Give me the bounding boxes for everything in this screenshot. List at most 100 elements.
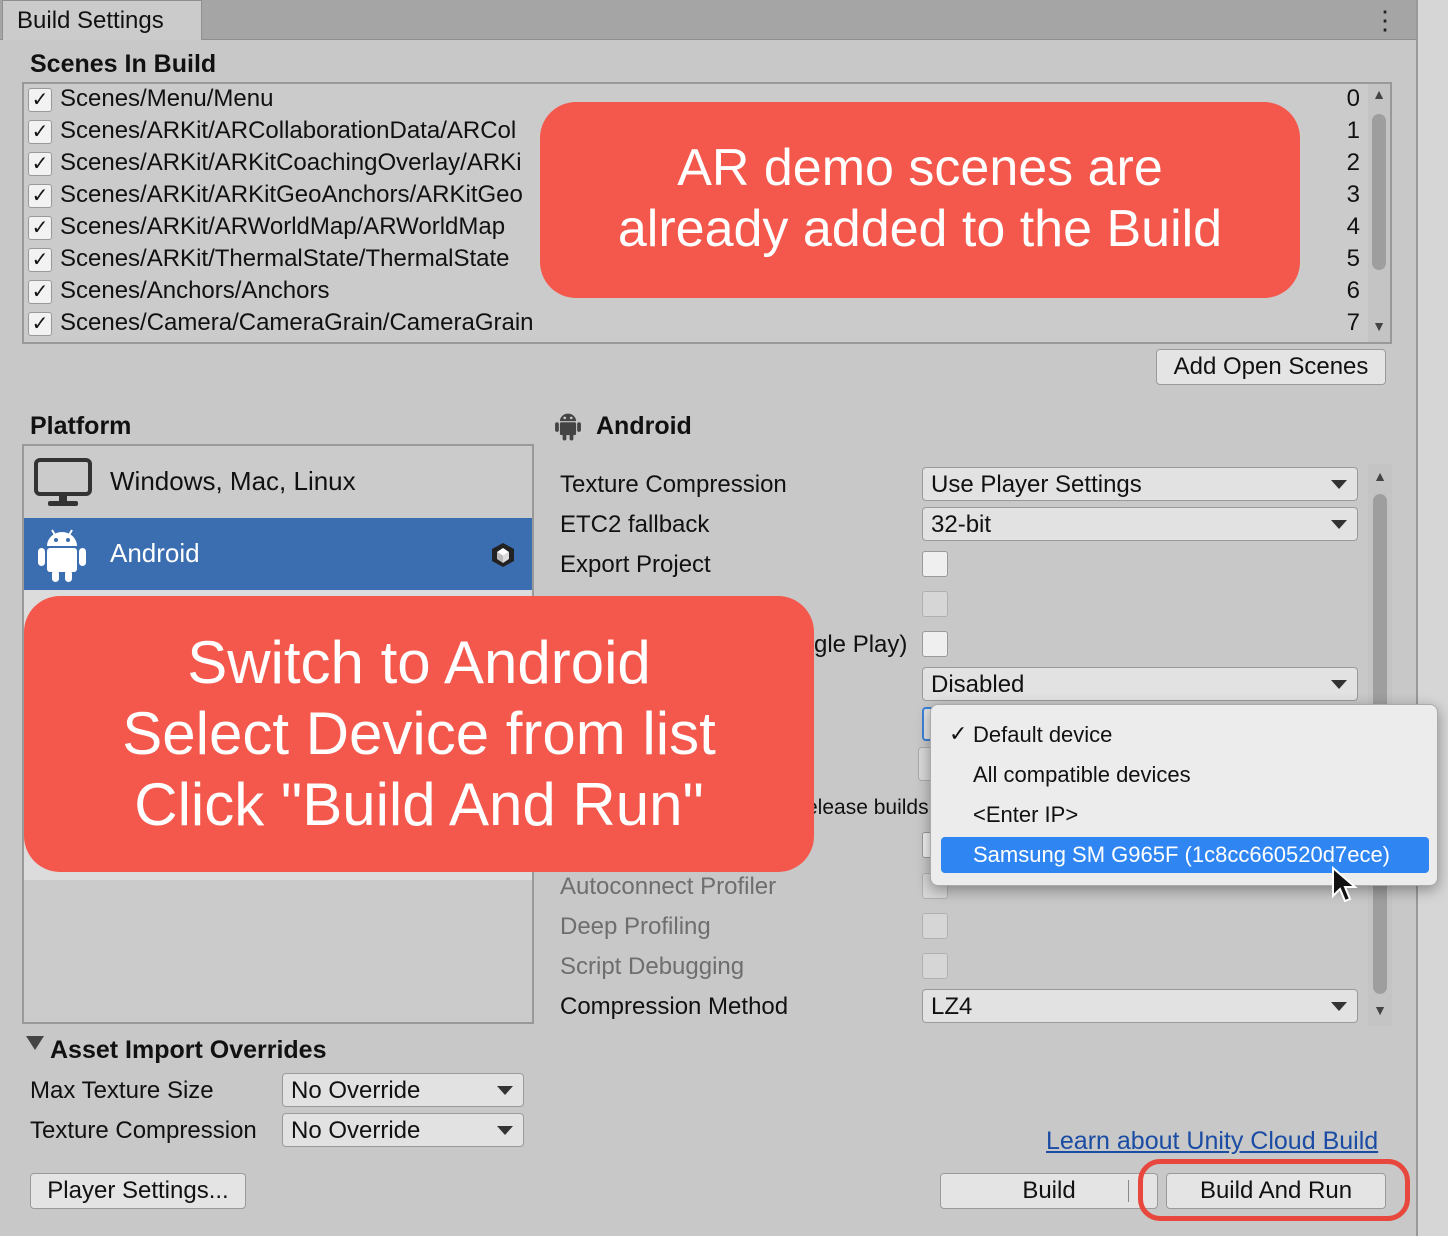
chevron-down-icon [1331,1002,1347,1011]
menu-item-all-compatible[interactable]: All compatible devices [941,757,1429,793]
google-play-label: gle Play) [814,631,908,658]
scene-name: Scenes/Anchors/Anchors [60,277,330,304]
etc2-fallback-label: ETC2 fallback [560,511,710,538]
callout-line: AR demo scenes are [677,139,1163,197]
asset-texture-compression-dropdown[interactable]: No Override [282,1113,524,1147]
asset-import-overrides-header[interactable]: Asset Import Overrides [50,1036,327,1065]
build-button[interactable]: Build [940,1173,1158,1209]
chevron-down-icon [497,1086,513,1095]
scene-name: Scenes/Camera/CameraGrain/CameraGrain [60,309,534,336]
google-play-checkbox[interactable] [922,631,948,657]
kebab-menu-icon[interactable]: ⋮ [1372,6,1398,34]
android-icon [38,529,86,582]
checkmark-icon[interactable]: ✓ [28,120,52,144]
tab-build-settings[interactable]: Build Settings [2,0,202,40]
build-and-run-highlight [1138,1159,1410,1221]
texture-compression-label: Texture Compression [560,471,787,498]
scene-index: 6 [1346,277,1360,304]
menu-item-enter-ip[interactable]: <Enter IP> [941,797,1429,833]
add-open-scenes-button[interactable]: Add Open Scenes [1156,349,1386,385]
checkmark-icon[interactable]: ✓ [28,312,52,336]
platform-header: Platform [30,412,132,440]
platform-label: Windows, Mac, Linux [110,466,356,496]
android-icon [555,413,581,441]
scene-row[interactable]: ✓ Scenes/Camera/CameraGrain/CameraGrain … [26,308,1366,340]
etc2-fallback-dropdown[interactable]: 32-bit [922,507,1358,541]
monitor-icon [34,458,92,506]
max-texture-size-label: Max Texture Size [30,1077,214,1104]
deep-profiling-label: Deep Profiling [560,913,711,940]
scenes-scrollbar[interactable]: ▲ ▼ [1368,84,1390,342]
title-bar [0,0,1416,40]
autoconnect-profiler-label: Autoconnect Profiler [560,873,777,900]
scroll-down-icon[interactable]: ▼ [1368,318,1390,334]
split-divider [1128,1180,1129,1202]
scenes-header: Scenes In Build [30,50,217,78]
dropdown-value: Disabled [931,671,1025,698]
checkmark-icon[interactable]: ✓ [28,248,52,272]
checkmark-icon[interactable]: ✓ [28,184,52,208]
asset-texture-compression-label: Texture Compression [30,1117,257,1144]
dropdown-value: 32-bit [931,511,992,538]
scene-name: Scenes/ARKit/ThermalState/ThermalState [60,245,510,272]
scene-index: 1 [1346,117,1360,144]
dropdown-value: Use Player Settings [931,471,1142,498]
max-texture-size-dropdown[interactable]: No Override [282,1073,524,1107]
scene-index: 3 [1346,181,1360,208]
checkmark-icon[interactable]: ✓ [28,88,52,112]
build-button-label: Build [1022,1177,1076,1204]
export-project-checkbox[interactable] [922,551,948,577]
dropdown-value: No Override [291,1117,421,1144]
scene-name: Scenes/ARKit/ARKitCoachingOverlay/ARKi [60,149,522,176]
scene-index: 2 [1346,149,1360,176]
chevron-down-icon [1331,680,1347,689]
scene-name: Scenes/ARKit/ARCollaborationData/ARCol [60,117,517,144]
checkmark-icon[interactable]: ✓ [28,152,52,176]
callout-line: already added to the Build [617,200,1223,259]
chevron-down-icon [497,1126,513,1135]
checkmark-icon[interactable]: ✓ [28,216,52,240]
compression-method-label: Compression Method [560,993,789,1020]
window-edge [1416,0,1448,1236]
release-builds-label: elease builds [806,796,929,819]
menu-item-label: All compatible devices [973,762,1191,787]
device-dropdown-menu: ✓ Default device All compatible devices … [930,704,1438,886]
menu-item-default-device[interactable]: ✓ Default device [941,717,1429,753]
cloud-build-link[interactable]: Learn about Unity Cloud Build [1046,1127,1378,1156]
mouse-cursor-icon [1332,866,1358,903]
scenes-callout: AR demo scenes are already added to the … [540,102,1300,298]
menu-item-label: Default device [973,722,1113,747]
platform-label: Android [110,538,200,568]
scroll-down-icon[interactable]: ▼ [1368,1002,1392,1018]
platform-item-windows-mac-linux[interactable]: Windows, Mac, Linux [24,446,532,518]
chevron-down-icon [1331,480,1347,489]
script-debugging-checkbox[interactable] [922,953,948,979]
checkmark-icon: ✓ [949,721,968,746]
scene-name: Scenes/ARKit/ARKitGeoAnchors/ARKitGeo [60,181,523,208]
scrollbar-thumb[interactable] [1372,114,1386,270]
callout-line: Select Device from list [122,699,716,767]
callout-line: Click "Build And Run" [134,770,704,838]
scroll-up-icon[interactable]: ▲ [1368,468,1392,484]
checkmark-icon[interactable]: ✓ [28,280,52,304]
dropdown-value: LZ4 [931,993,973,1020]
player-settings-button[interactable]: Player Settings... [30,1173,246,1209]
foldout-arrow-icon[interactable] [26,1036,44,1050]
script-debugging-label: Script Debugging [560,953,745,980]
deep-profiling-checkbox[interactable] [922,913,948,939]
scroll-up-icon[interactable]: ▲ [1368,86,1390,102]
steps-callout: Switch to Android Select Device from lis… [24,596,814,872]
scene-name: Scenes/Menu/Menu [60,85,274,112]
scene-name: Scenes/ARKit/ARWorldMap/ARWorldMap [60,213,506,240]
chevron-down-icon [1331,520,1347,529]
scene-index: 4 [1346,213,1360,240]
setting-checkbox[interactable] [922,591,948,617]
callout-line: Switch to Android [187,629,651,696]
build-setting-dropdown[interactable]: Disabled [922,667,1358,701]
menu-item-label: <Enter IP> [973,802,1079,827]
texture-compression-dropdown[interactable]: Use Player Settings [922,467,1358,501]
compression-method-dropdown[interactable]: LZ4 [922,989,1358,1023]
platform-item-android[interactable]: Android [24,518,532,590]
menu-item-label: Samsung SM G965F (1c8cc660520d7ece) [973,842,1391,867]
unity-logo-icon [492,543,514,567]
